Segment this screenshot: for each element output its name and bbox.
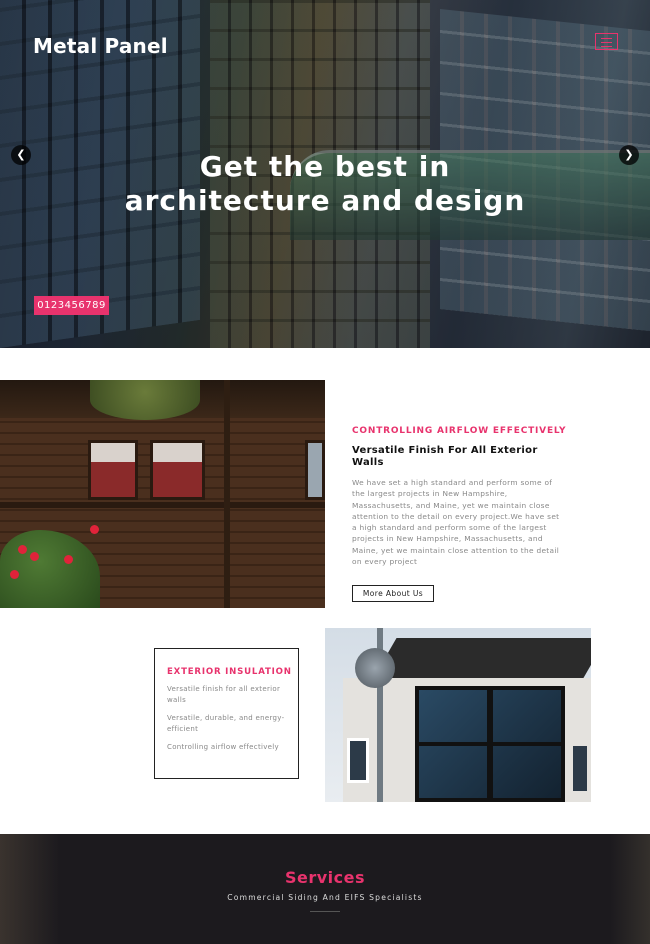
hero-title: Get the best in architecture and design	[0, 150, 650, 218]
flower	[64, 555, 73, 564]
feature-heading: Versatile Finish For All Exterior Walls	[352, 445, 538, 468]
insulation-item: Controlling airflow effectively	[167, 743, 279, 751]
building-glass-facade	[415, 686, 565, 802]
building-window	[347, 738, 369, 783]
hero-title-line1: Get the best in	[199, 150, 451, 183]
flower	[10, 570, 19, 579]
feature-kicker: CONTROLLING AIRFLOW EFFECTIVELY	[352, 426, 567, 436]
phone-badge[interactable]: 0123456789	[34, 296, 109, 315]
cabin-bush	[0, 530, 100, 608]
services-section	[0, 834, 650, 944]
insulation-item: Versatile, durable, and energy-efficient	[167, 714, 285, 733]
services-divider	[310, 911, 340, 912]
cabin-window	[88, 440, 138, 500]
insulation-item: Versatile finish for all exterior walls	[167, 685, 281, 704]
cabin-tree	[90, 380, 200, 420]
building-roof	[373, 638, 591, 678]
hero-title-line2: architecture and design	[124, 184, 526, 217]
lamp-head	[355, 648, 395, 688]
cabin-image	[0, 380, 325, 608]
cabin-post	[224, 380, 230, 608]
cabin-beam	[0, 502, 325, 508]
services-title: Services	[284, 868, 366, 887]
cabin-window	[305, 440, 325, 500]
cabin-window	[150, 440, 205, 500]
building-window	[573, 746, 587, 791]
flower	[30, 552, 39, 561]
flower	[90, 525, 99, 534]
flower	[18, 545, 27, 554]
more-about-us-button[interactable]: More About Us	[352, 585, 434, 602]
services-bg-right	[610, 834, 650, 944]
services-subtitle: Commercial Siding And EIFS Specialists	[227, 893, 423, 902]
modern-building-image	[325, 628, 591, 802]
feature-paragraph: We have set a high standard and perform …	[352, 478, 560, 567]
site-logo[interactable]: Metal Panel	[33, 34, 168, 58]
services-bg-left	[0, 834, 60, 944]
insulation-title: EXTERIOR INSULATION	[167, 667, 292, 677]
hamburger-icon[interactable]	[595, 33, 618, 50]
